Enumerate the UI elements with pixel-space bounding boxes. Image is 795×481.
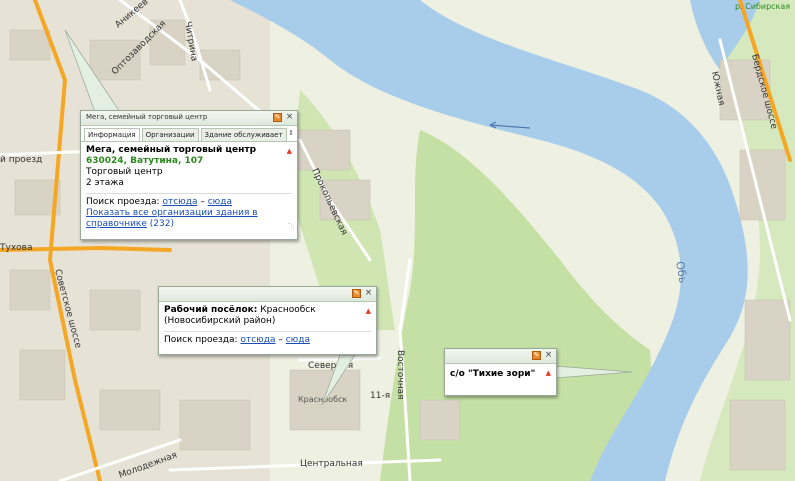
popup-mega[interactable]: Мега, семейный торговый центр ✎ × Информ…: [80, 110, 298, 240]
report-error-icon[interactable]: ▲: [366, 306, 371, 317]
org-count: (232): [149, 219, 174, 229]
route-to-link[interactable]: сюда: [208, 197, 232, 207]
report-error-icon[interactable]: ▲: [546, 368, 551, 379]
tab-building-serves[interactable]: Здание обслуживает: [200, 128, 287, 141]
popup-mega-tabs: Информация Организации Здание обслуживае…: [81, 126, 297, 142]
society-name: с/о "Тихие зори": [450, 369, 536, 379]
map-label-eleven: 11-я: [370, 391, 390, 401]
settlement-district: (Новосибирский район): [164, 316, 276, 326]
map-label-vostochnaya: Восточная: [395, 350, 405, 400]
settlement-type: Рабочий посёлок:: [164, 305, 258, 315]
route-to-link[interactable]: сюда: [286, 335, 310, 345]
tabs-scroll-icon[interactable]: ⇕: [288, 129, 294, 137]
edit-icon[interactable]: ✎: [352, 289, 361, 298]
close-icon[interactable]: ×: [364, 289, 373, 298]
tab-information[interactable]: Информация: [84, 128, 140, 141]
route-search-row: Поиск проезда: отсюда – сюда: [164, 335, 371, 346]
route-label: Поиск проезда:: [164, 335, 238, 345]
tab-organizations[interactable]: Организации: [141, 128, 199, 141]
popup-zori[interactable]: ✎ × ▲ с/о "Тихие зори": [444, 348, 557, 396]
edit-icon[interactable]: ✎: [273, 113, 282, 122]
place-type: Торговый центр: [86, 167, 163, 177]
popup-krasnoobsk-titlebar[interactable]: ✎ ×: [159, 287, 376, 302]
map-label-proezd: й проезд: [0, 155, 42, 165]
edit-icon[interactable]: ✎: [532, 351, 541, 360]
popup-zori-titlebar[interactable]: ✎ ×: [445, 349, 556, 364]
settlement-name: Краснообск: [260, 305, 316, 315]
map-label-centralnaya: Центральная: [300, 459, 363, 469]
map-label-top-right: р. Сибирская: [735, 2, 790, 11]
map-label-tukhova: Тухова: [0, 243, 32, 253]
report-error-icon[interactable]: ▲: [287, 146, 292, 157]
route-dash: –: [197, 197, 208, 207]
route-label: Поиск проезда:: [86, 197, 160, 207]
popup-mega-titlebar[interactable]: Мега, семейный торговый центр ✎ ×: [81, 111, 297, 126]
place-name: Мега, семейный торговый центр: [86, 145, 257, 155]
divider: [164, 331, 371, 332]
place-floors: 2 этажа: [86, 178, 124, 188]
close-icon[interactable]: ×: [285, 113, 294, 122]
route-search-row: Поиск проезда: отсюда – сюда: [86, 197, 292, 208]
route-dash: –: [275, 335, 286, 345]
resize-handle-icon[interactable]: ⋱: [288, 221, 295, 232]
divider: [86, 193, 292, 194]
city-map[interactable]: р. Сибирская Читрина Аникеев Оптозаводск…: [0, 0, 795, 481]
close-icon[interactable]: ×: [544, 351, 553, 360]
route-from-link[interactable]: отсюда: [162, 197, 197, 207]
popup-krasnoobsk[interactable]: ✎ × ▲ Рабочий посёлок: Краснообск (Новос…: [158, 286, 377, 355]
popup-mega-title: Мега, семейный торговый центр: [86, 113, 208, 121]
place-address[interactable]: 630024, Ватутина, 107: [86, 156, 292, 167]
route-from-link[interactable]: отсюда: [240, 335, 275, 345]
